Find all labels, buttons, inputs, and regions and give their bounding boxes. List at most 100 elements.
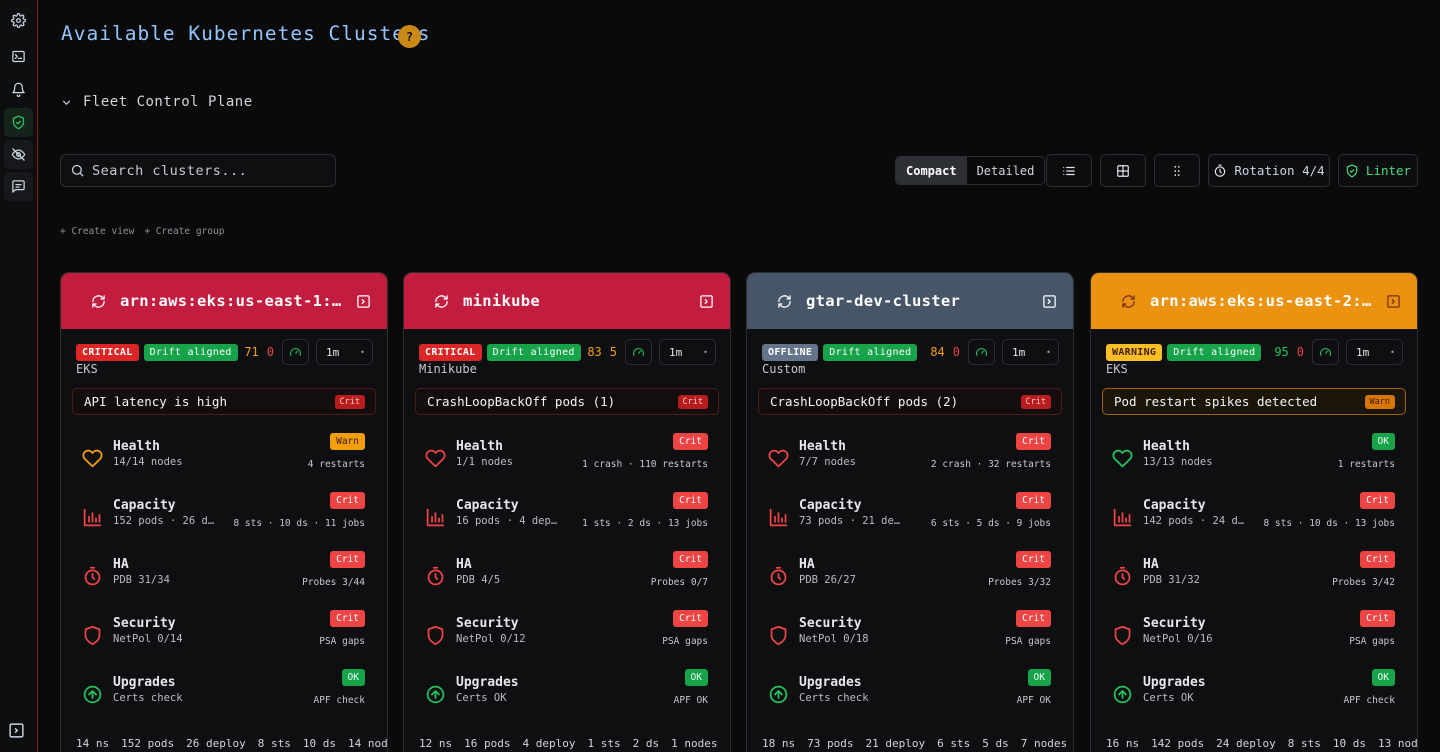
linter-button[interactable]: Linter [1338,154,1418,187]
alert-banner[interactable]: CrashLoopBackOff pods (2) Crit [758,388,1062,415]
open-terminal-icon[interactable] [1386,294,1401,309]
cluster-card[interactable]: minikube CRITICAL Drift aligned 83 5 1m •… [403,272,731,752]
timer-icon [427,566,444,586]
metric-health[interactable]: Health 7/7 nodes Crit 2 crash · 32 resta… [747,433,1073,491]
refresh-interval-select[interactable]: 1m • [1002,339,1059,365]
search-box [60,154,336,187]
metric-name: Capacity [113,498,176,513]
refresh-icon[interactable] [1121,294,1136,309]
rotation-button[interactable]: Rotation 4/4 [1208,154,1330,187]
metric-ha[interactable]: HA PDB 4/5 Crit Probes 0/7 [404,551,730,609]
metric-summary: PDB 31/34 [113,574,170,586]
eye-off-icon [11,148,26,161]
dropdown-dot-icon: • [360,347,365,357]
create-group-link[interactable]: + Create group [144,226,224,237]
refresh-interval-select[interactable]: 1m • [316,339,373,365]
provider-label: EKS [76,362,98,376]
refresh-icon[interactable] [777,294,792,309]
alert-text: API latency is high [84,394,227,409]
metric-capacity[interactable]: Capacity 152 pods · 26 deploy Crit 8 sts… [61,492,387,550]
health-score: 83 [587,345,602,359]
rotation-label: Rotation 4/4 [1234,163,1325,178]
metric-security[interactable]: Security NetPol 0/16 Crit PSA gaps [1091,610,1417,668]
metric-security[interactable]: Security NetPol 0/18 Crit PSA gaps [747,610,1073,668]
cluster-card-header[interactable]: arn:aws:eks:us-east-1:… [61,273,387,329]
gauge-button[interactable] [1312,339,1339,365]
metric-upgrades[interactable]: Upgrades Certs check OK APF check [61,669,387,727]
metric-health[interactable]: Health 1/1 nodes Crit 1 crash · 110 rest… [404,433,730,491]
metric-name: Upgrades [1143,675,1206,690]
metric-summary: 142 pods · 24 deploy [1143,515,1248,527]
open-terminal-icon[interactable] [356,294,371,309]
metric-upgrades[interactable]: Upgrades Certs check OK APF OK [747,669,1073,727]
terminal-button[interactable] [4,42,33,71]
metric-status-badge: Crit [1360,551,1395,568]
provider-label: EKS [1106,362,1128,376]
chat-button[interactable] [4,172,33,201]
metric-summary: PDB 4/5 [456,574,501,586]
alert-banner[interactable]: CrashLoopBackOff pods (1) Crit [415,388,719,415]
create-view-link[interactable]: + Create view [60,226,134,237]
metric-detail: 8 sts · 10 ds · 13 jobs [1263,518,1395,529]
cluster-card[interactable]: arn:aws:eks:us-east-1:… CRITICAL Drift a… [60,272,388,752]
cluster-card-header[interactable]: gtar-dev-cluster [747,273,1073,329]
hide-button[interactable] [4,140,33,169]
detailed-button[interactable]: Detailed [967,157,1045,184]
open-terminal-icon[interactable] [1042,294,1057,309]
footer-stat: 16 ns [1106,737,1140,750]
metric-detail: Probes 3/42 [1332,577,1395,588]
footer-stat: 5 ds [982,737,1009,750]
cluster-card[interactable]: arn:aws:eks:us-east-2:… WARNING Drift al… [1090,272,1418,752]
footer-stat: 14 nodes [347,737,388,750]
density-toggle: Compact Detailed [895,156,1046,185]
cluster-card[interactable]: gtar-dev-cluster OFFLINE Drift aligned 8… [746,272,1074,752]
panel-toggle-button[interactable] [8,722,27,741]
section-toggle-fleet[interactable]: Fleet Control Plane [60,94,253,110]
footer-stat: 21 deploy [865,737,926,750]
notifications-button[interactable] [4,75,33,104]
grid-view-button[interactable] [1100,154,1146,187]
dropdown-dot-icon: • [1046,347,1051,357]
metric-security[interactable]: Security NetPol 0/14 Crit PSA gaps [61,610,387,668]
open-terminal-icon[interactable] [699,294,714,309]
compact-button[interactable]: Compact [896,157,967,184]
message-icon [12,180,25,193]
metric-detail: APF OK [673,695,708,706]
alert-banner[interactable]: Pod restart spikes detected Warn [1102,388,1406,415]
security-button[interactable] [4,108,33,137]
metric-capacity[interactable]: Capacity 73 pods · 21 deploy Crit 6 sts … [747,492,1073,550]
metric-capacity[interactable]: Capacity 142 pods · 24 deploy Crit 8 sts… [1091,492,1417,550]
list-view-button[interactable] [1046,154,1092,187]
metric-summary: 73 pods · 21 deploy [799,515,904,527]
metric-capacity[interactable]: Capacity 16 pods · 4 deploy Crit 1 sts ·… [404,492,730,550]
metric-summary: Certs OK [1143,692,1194,704]
gauge-button[interactable] [968,339,995,365]
metric-ha[interactable]: HA PDB 31/34 Crit Probes 3/44 [61,551,387,609]
cluster-card-header[interactable]: arn:aws:eks:us-east-2:… [1091,273,1417,329]
metric-security[interactable]: Security NetPol 0/12 Crit PSA gaps [404,610,730,668]
help-button[interactable]: ? [398,25,421,48]
search-input[interactable] [92,162,322,179]
dense-view-button[interactable] [1154,154,1200,187]
metric-ha[interactable]: HA PDB 26/27 Crit Probes 3/32 [747,551,1073,609]
refresh-icon[interactable] [434,294,449,309]
cluster-card-header[interactable]: minikube [404,273,730,329]
gauge-button[interactable] [625,339,652,365]
metric-ha[interactable]: HA PDB 31/32 Crit Probes 3/42 [1091,551,1417,609]
metric-upgrades[interactable]: Upgrades Certs OK OK APF check [1091,669,1417,727]
refresh-interval-select[interactable]: 1m • [1346,339,1403,365]
metric-status-badge: Crit [673,433,708,450]
gauge-button[interactable] [282,339,309,365]
refresh-icon[interactable] [91,294,106,309]
page-title: Available Kubernetes Clusters [61,22,431,45]
metric-health[interactable]: Health 13/13 nodes OK 1 restarts [1091,433,1417,491]
metric-upgrades[interactable]: Upgrades Certs OK OK APF OK [404,669,730,727]
refresh-interval-select[interactable]: 1m • [659,339,716,365]
footer-stat: 142 pods [1151,737,1205,750]
metric-summary: PDB 26/27 [799,574,856,586]
footer-stat: 4 deploy [522,737,576,750]
metric-health[interactable]: Health 14/14 nodes Warn 4 restarts [61,433,387,491]
metric-status-badge: Crit [673,551,708,568]
alert-banner[interactable]: API latency is high Crit [72,388,376,415]
settings-button[interactable] [4,6,33,35]
